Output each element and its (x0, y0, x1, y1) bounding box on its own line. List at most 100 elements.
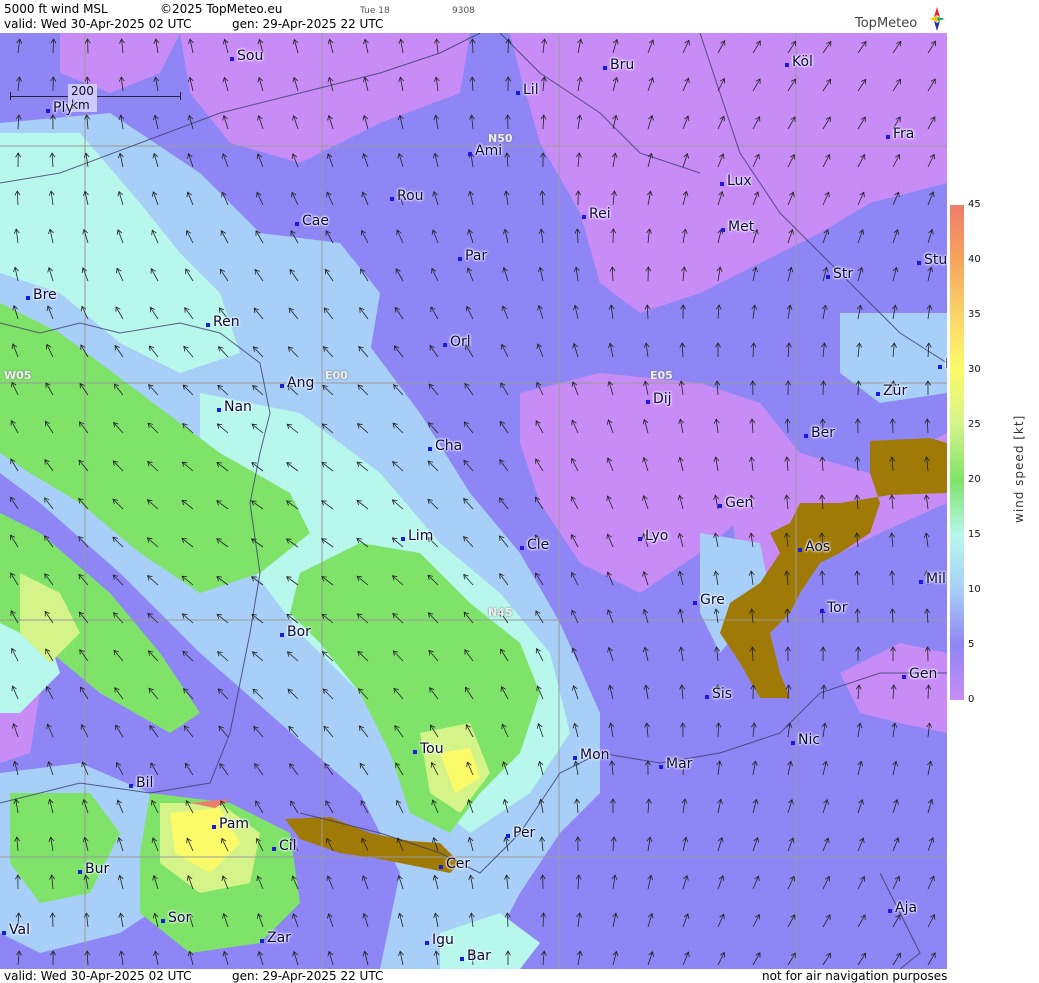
city-marker (902, 675, 906, 679)
city-marker (938, 365, 942, 369)
run-label: Tue 18 (360, 6, 390, 16)
city-label: Bru (610, 57, 635, 73)
copyright: ©2025 TopMeteo.eu (160, 2, 283, 16)
city-label: Stu (924, 252, 947, 268)
logo-text: TopMeteo (855, 16, 918, 31)
city-label: Cha (435, 438, 463, 454)
city-marker (161, 919, 165, 923)
city-marker (886, 135, 890, 139)
city-label: Per (513, 825, 536, 841)
city-label: Ber (811, 425, 835, 441)
city-label: Ply (53, 100, 74, 116)
city-marker (401, 537, 405, 541)
city-marker (638, 537, 642, 541)
city-label: Mil (926, 571, 946, 587)
city-marker (217, 408, 221, 412)
city-marker (721, 228, 725, 232)
wind-map[interactable]: N50 E00 E05 W05 N45 200 km Sou Bru Köl Lil P… (0, 33, 947, 969)
city-marker (468, 152, 472, 156)
city-marker (693, 601, 697, 605)
wind-field (0, 33, 947, 969)
city-marker (280, 384, 284, 388)
city-marker (520, 546, 524, 550)
city-marker (705, 695, 709, 699)
city-marker (603, 66, 607, 70)
city-label: Cle (527, 537, 550, 553)
legend-tick-label: 45 (968, 199, 981, 210)
grid-label-e00: E00 (325, 369, 348, 382)
city-marker (230, 57, 234, 61)
footer-generation-time: gen: 29-Apr-2025 22 UTC (232, 969, 384, 983)
city-label: Lil (523, 82, 539, 98)
city-label: Zür (883, 383, 908, 399)
legend-tick-label: 20 (968, 474, 981, 485)
city-label: Lux (727, 173, 752, 189)
city-marker (876, 392, 880, 396)
city-marker (129, 784, 133, 788)
city-marker (888, 909, 892, 913)
city-label: Gen (909, 666, 938, 682)
city-label: Sou (237, 48, 264, 64)
city-label: Rou (397, 188, 424, 204)
city-label: Aja (895, 900, 918, 916)
city-label: Zar (267, 930, 291, 946)
city-marker (785, 63, 789, 67)
city-label: Val (9, 922, 30, 938)
city-marker (460, 957, 464, 961)
valid-time: valid: Wed 30-Apr-2025 02 UTC (4, 17, 192, 31)
legend-tick-label: 25 (968, 419, 981, 430)
city-marker (804, 434, 808, 438)
product-title: 5000 ft wind MSL (4, 2, 108, 16)
city-marker (439, 865, 443, 869)
city-label: Bar (467, 948, 491, 964)
city-label: Str (833, 266, 854, 282)
city-label: Cil (279, 838, 297, 854)
city-label: Bil (136, 775, 154, 791)
city-label: Fra (893, 126, 915, 142)
city-label: Nan (224, 399, 252, 415)
city-label: Bor (287, 624, 311, 640)
city-marker (78, 870, 82, 874)
city-label: Aos (805, 539, 831, 555)
city-label: Orl (450, 334, 471, 350)
city-marker (659, 765, 663, 769)
city-marker (206, 323, 210, 327)
city-label: Nic (798, 732, 821, 748)
city-marker (820, 609, 824, 613)
city-marker (458, 257, 462, 261)
city-label: Lyo (645, 528, 669, 544)
city-label: Met (728, 219, 755, 235)
city-marker (260, 939, 264, 943)
legend-tick-label: 30 (968, 364, 981, 375)
city-label: Ang (287, 375, 315, 391)
city-marker (718, 504, 722, 508)
city-marker (516, 91, 520, 95)
city-label: Sor (168, 910, 192, 926)
city-label: Bur (85, 861, 110, 877)
city-marker (46, 109, 50, 113)
city-label: Dij (653, 391, 672, 407)
legend-tick-label: 35 (968, 309, 981, 320)
city-marker (295, 222, 299, 226)
city-marker (646, 400, 650, 404)
wind-arrow (857, 608, 859, 624)
grid-label-e05: E05 (650, 369, 673, 382)
city-label: Ami (475, 143, 503, 159)
legend-tick-label: 40 (968, 254, 981, 265)
city-label: Rei (589, 206, 611, 222)
city-label: Gre (700, 592, 725, 608)
city-marker (413, 750, 417, 754)
city-marker (582, 215, 586, 219)
city-marker (272, 847, 276, 851)
id-label: 9308 (452, 6, 475, 16)
city-marker (720, 182, 724, 186)
city-label: Cer (446, 856, 471, 872)
city-label: Mon (580, 747, 610, 763)
city-marker (26, 296, 30, 300)
city-label: F (945, 357, 947, 371)
legend-tick-label: 10 (968, 584, 981, 595)
legend-title: wind speed [kt] (1012, 414, 1026, 523)
generation-time: gen: 29-Apr-2025 22 UTC (232, 17, 384, 31)
wind-arrow (542, 912, 544, 928)
city-marker (212, 825, 216, 829)
